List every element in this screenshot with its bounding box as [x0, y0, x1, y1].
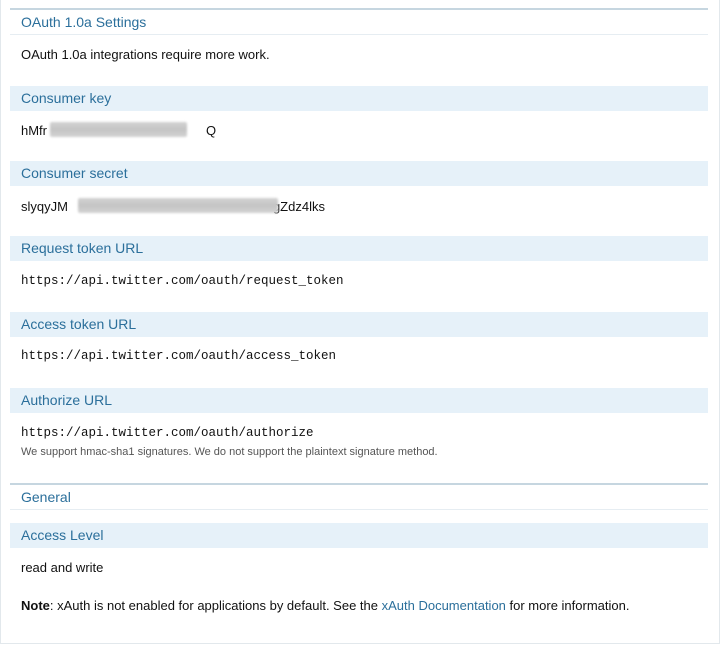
consumer-key-label: Consumer key — [10, 86, 708, 111]
consumer-secret-value-start: slyqyJM — [21, 199, 68, 214]
consumer-secret-label: Consumer secret — [10, 161, 708, 186]
note-prefix: Note — [21, 598, 50, 613]
access-level-label: Access Level — [10, 523, 708, 548]
authorize-url-label: Authorize URL — [10, 388, 708, 413]
authorize-url-value: https://api.twitter.com/oauth/authorize — [21, 426, 314, 440]
request-token-url-label: Request token URL — [10, 236, 708, 261]
note-suffix: for more information. — [505, 598, 630, 613]
access-token-url-value: https://api.twitter.com/oauth/access_tok… — [21, 349, 337, 363]
access-level-value: read and write — [21, 560, 104, 575]
consumer-key-value-start: hMfr — [21, 123, 47, 138]
consumer-secret-value-end: gZdz4lks — [272, 199, 325, 214]
xauth-documentation-link[interactable]: xAuth Documentation — [382, 598, 506, 613]
access-token-url-label: Access token URL — [10, 312, 708, 337]
xauth-note: Note: xAuth is not enabled for applicati… — [21, 598, 629, 613]
consumer-key-redaction — [50, 122, 187, 137]
signature-support-note: We support hmac-sha1 signatures. We do n… — [21, 446, 438, 458]
note-text: : xAuth is not enabled for applications … — [49, 598, 382, 613]
request-token-url-value: https://api.twitter.com/oauth/request_to… — [21, 274, 344, 288]
consumer-secret-redaction — [78, 198, 278, 213]
consumer-key-value-end: Q — [206, 123, 217, 138]
oauth-settings-heading: OAuth 1.0a Settings — [10, 8, 708, 35]
general-heading: General — [10, 483, 708, 510]
oauth-intro-text: OAuth 1.0a integrations require more wor… — [21, 47, 270, 62]
